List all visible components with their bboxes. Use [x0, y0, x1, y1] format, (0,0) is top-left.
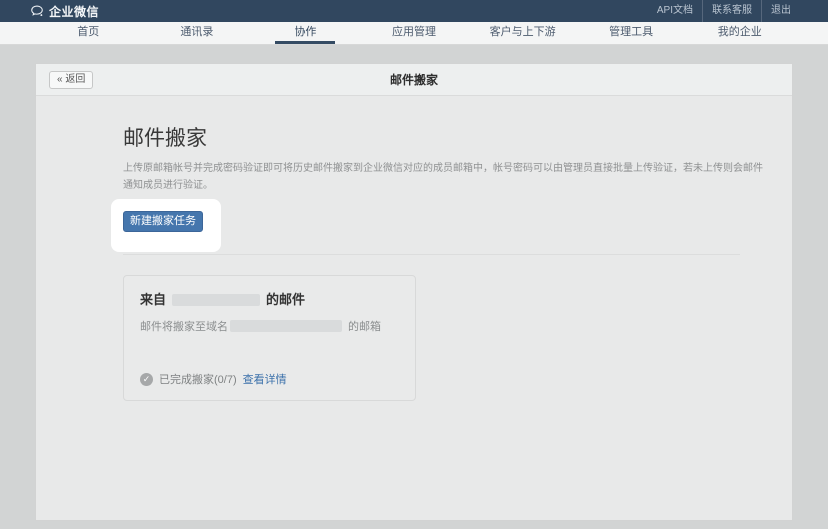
page-title: 邮件搬家	[36, 64, 792, 96]
page-header: « 返回 邮件搬家	[36, 64, 792, 96]
brand: 企业微信	[30, 3, 99, 20]
card-body-prefix: 邮件将搬家至域名	[140, 321, 228, 333]
tab-contacts[interactable]: 通讯录	[143, 22, 252, 44]
tab-my-company[interactable]: 我的企业	[685, 22, 794, 44]
card-body: 邮件将搬家至域名 的邮箱	[140, 318, 399, 334]
tab-admin-tools[interactable]: 管理工具	[577, 22, 686, 44]
main-content: 邮件搬家 上传原邮箱帐号并完成密码验证即可将历史邮件搬家到企业微信对应的成员邮箱…	[36, 96, 792, 401]
brand-name: 企业微信	[49, 3, 99, 20]
tab-home[interactable]: 首页	[34, 22, 143, 44]
tab-collaboration[interactable]: 协作	[251, 22, 360, 44]
back-button[interactable]: « 返回	[49, 71, 93, 89]
section-heading: 邮件搬家	[123, 122, 792, 152]
card-body-suffix: 的邮箱	[348, 321, 381, 333]
view-details-link[interactable]: 查看详情	[243, 371, 287, 387]
check-circle-icon: ✓	[140, 373, 153, 386]
card-title-suffix: 的邮件	[266, 292, 305, 307]
redacted-source-domain	[172, 294, 260, 306]
card-title-prefix: 来自	[140, 292, 166, 307]
contact-support-link[interactable]: 联系客服	[702, 0, 761, 22]
highlight-overlay: 新建搬家任务	[111, 199, 221, 252]
section-description: 上传原邮箱帐号并完成密码验证即可将历史邮件搬家到企业微信对应的成员邮箱中，帐号密…	[123, 161, 765, 194]
migration-task-card: 来自 的邮件 邮件将搬家至域名 的邮箱 ✓ 已完成搬家(0/7) 查看详情	[123, 275, 416, 401]
chat-bubble-logo-icon	[30, 4, 44, 18]
new-migration-task-button[interactable]: 新建搬家任务	[123, 211, 203, 232]
tab-customers[interactable]: 客户与上下游	[468, 22, 577, 44]
section-divider	[123, 254, 740, 255]
tab-app-management[interactable]: 应用管理	[360, 22, 469, 44]
api-docs-link[interactable]: API文档	[648, 0, 702, 22]
content-panel: « 返回 邮件搬家 邮件搬家 上传原邮箱帐号并完成密码验证即可将历史邮件搬家到企…	[35, 63, 793, 521]
card-title: 来自 的邮件	[140, 289, 399, 308]
top-bar: 企业微信 API文档 联系客服 退出	[0, 0, 828, 22]
main-nav: 首页 通讯录 协作 应用管理 客户与上下游 管理工具 我的企业	[0, 22, 828, 45]
migration-status-text: 已完成搬家(0/7)	[159, 371, 237, 387]
logout-link[interactable]: 退出	[761, 0, 800, 22]
redacted-target-domain	[230, 320, 342, 332]
card-footer: ✓ 已完成搬家(0/7) 查看详情	[140, 371, 287, 387]
topbar-links: API文档 联系客服 退出	[648, 0, 800, 22]
